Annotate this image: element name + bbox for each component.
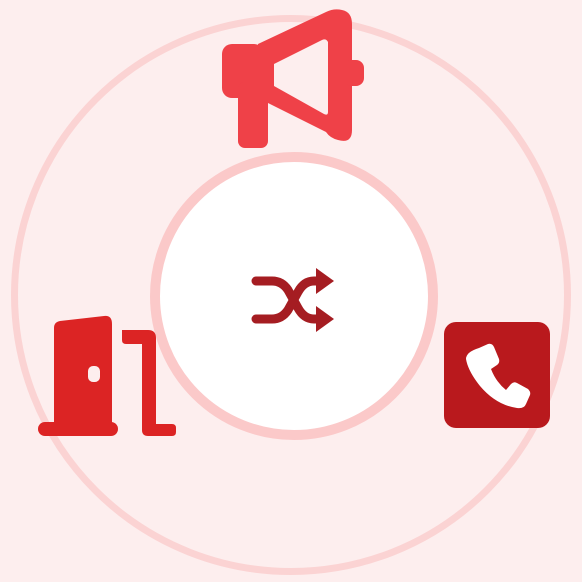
megaphone-icon (218, 4, 368, 150)
shuffle-icon (250, 264, 336, 336)
door-icon (36, 314, 176, 438)
cycle-graphic (0, 0, 582, 582)
phone-icon (444, 322, 550, 428)
